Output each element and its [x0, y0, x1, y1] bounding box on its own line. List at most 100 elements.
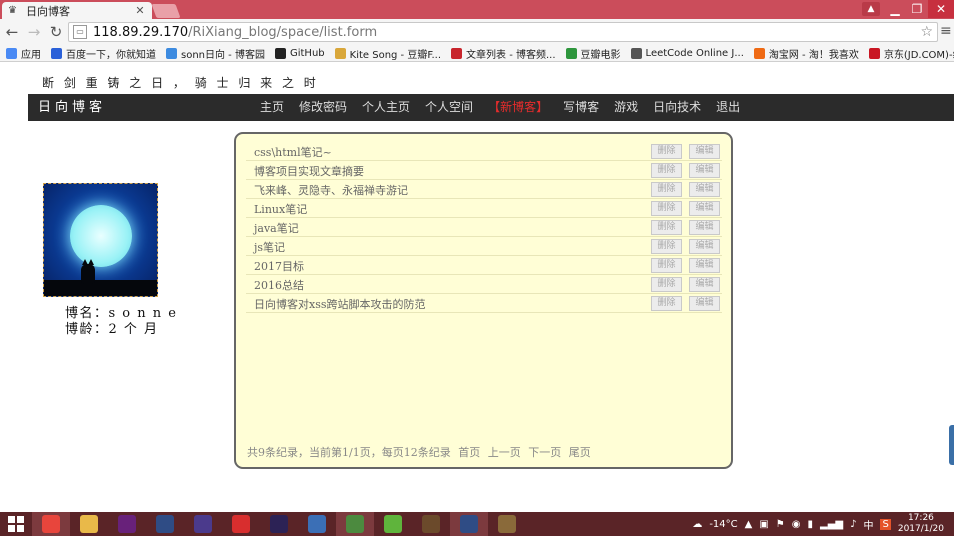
post-title-link[interactable]: 博客项目实现文章摘要: [254, 163, 364, 179]
nav-link[interactable]: 个人空间: [425, 94, 473, 121]
post-title-link[interactable]: 飞来峰、灵隐寺、永福禅寺游记: [254, 182, 408, 198]
nav-link[interactable]: 个人主页: [362, 94, 410, 121]
bookmark-item[interactable]: GitHub: [274, 47, 325, 59]
chrome-icon: [42, 515, 60, 533]
user-profile-icon[interactable]: ▲: [862, 2, 880, 16]
start-button[interactable]: [0, 512, 32, 536]
delete-post-button[interactable]: 删除: [651, 144, 682, 159]
taskbar-app[interactable]: [298, 512, 336, 536]
edit-post-button[interactable]: 编辑: [689, 182, 720, 197]
bookmark-label: 京东(JD.COM)-综...: [883, 49, 954, 61]
post-title-link[interactable]: css\html笔记~: [254, 144, 332, 160]
chrome-menu-icon[interactable]: ≡: [940, 23, 952, 39]
edit-post-button[interactable]: 编辑: [689, 296, 720, 311]
taskbar-app[interactable]: [146, 512, 184, 536]
taskbar-app[interactable]: [222, 512, 260, 536]
taskbar-app[interactable]: [336, 512, 374, 536]
delete-post-button[interactable]: 删除: [651, 296, 682, 311]
signal-icon[interactable]: ▂▄▆: [820, 519, 843, 530]
site-brand[interactable]: 日向博客: [38, 94, 106, 121]
pager-next-link[interactable]: 下一页: [528, 446, 561, 459]
delete-post-button[interactable]: 删除: [651, 163, 682, 178]
post-title-link[interactable]: 2016总结: [254, 277, 304, 293]
taskbar-app[interactable]: [108, 512, 146, 536]
browser-toolbar: ← → ↻ ▭ 118.89.29.170 /RiXiang_blog/spac…: [0, 19, 954, 45]
bookmark-star-icon[interactable]: ☆: [920, 24, 933, 40]
battery-icon[interactable]: ▮: [808, 519, 814, 530]
new-tab-button[interactable]: [151, 4, 181, 18]
bookmark-item[interactable]: LeetCode Online J...: [630, 47, 744, 59]
delete-post-button[interactable]: 删除: [651, 277, 682, 292]
reload-icon[interactable]: ↻: [46, 22, 66, 42]
page-info-icon[interactable]: ▭: [73, 25, 87, 39]
ime-indicator[interactable]: 中: [863, 517, 873, 532]
weather-temp[interactable]: -14°C: [709, 519, 737, 530]
edit-post-button[interactable]: 编辑: [689, 277, 720, 292]
delete-post-button[interactable]: 删除: [651, 220, 682, 235]
maximize-icon[interactable]: ❐: [905, 0, 929, 18]
bookmark-item[interactable]: Kite Song - 豆瓣F...: [334, 46, 441, 61]
post-title-link[interactable]: js笔记: [254, 239, 285, 255]
bookmark-item[interactable]: 文章列表 - 博客频...: [451, 46, 556, 61]
side-scroll-tab[interactable]: [949, 425, 954, 465]
pager-prev-link[interactable]: 上一页: [488, 446, 521, 459]
nav-link[interactable]: 【新博客】: [488, 94, 548, 121]
delete-post-button[interactable]: 删除: [651, 182, 682, 197]
pager-first-link[interactable]: 首页: [458, 446, 480, 459]
sogou-icon[interactable]: S: [880, 518, 891, 530]
flag-icon[interactable]: ⚑: [776, 519, 785, 530]
tray-app-icon[interactable]: ▣: [759, 519, 768, 530]
delete-post-button[interactable]: 删除: [651, 258, 682, 273]
taskbar-app[interactable]: [184, 512, 222, 536]
nav-link[interactable]: 写博客: [563, 94, 599, 121]
close-window-icon[interactable]: ✕: [928, 0, 954, 18]
bookmark-item[interactable]: 百度一下，你就知道: [51, 46, 156, 61]
back-icon[interactable]: ←: [2, 22, 22, 42]
taskbar-app[interactable]: [32, 512, 70, 536]
edit-post-button[interactable]: 编辑: [689, 258, 720, 273]
taskbar-app[interactable]: [488, 512, 526, 536]
delete-post-button[interactable]: 删除: [651, 239, 682, 254]
taskbar-app[interactable]: [450, 512, 488, 536]
forward-icon[interactable]: →: [24, 22, 44, 42]
post-title-link[interactable]: 2017目标: [254, 258, 304, 274]
wechat-icon[interactable]: ◉: [792, 519, 801, 530]
edit-post-button[interactable]: 编辑: [689, 220, 720, 235]
weather-icon[interactable]: ☁: [692, 519, 702, 530]
tab-title: 日向博客: [26, 4, 70, 18]
bookmark-item[interactable]: 豆瓣电影: [565, 46, 621, 61]
tray-expand-icon[interactable]: ▲: [745, 519, 753, 530]
address-bar[interactable]: ▭ 118.89.29.170 /RiXiang_blog/space/list…: [68, 22, 938, 42]
nav-link[interactable]: 主页: [260, 94, 284, 121]
taskbar-app[interactable]: [70, 512, 108, 536]
edit-post-button[interactable]: 编辑: [689, 239, 720, 254]
bookmark-item[interactable]: 京东(JD.COM)-综...: [868, 46, 954, 61]
bookmark-item[interactable]: 应用: [6, 46, 41, 61]
bookmark-item[interactable]: sonn日向 - 博客园: [166, 46, 265, 61]
volume-icon[interactable]: ♪: [850, 519, 856, 530]
bookmark-label: LeetCode Online J...: [645, 47, 744, 59]
post-title-link[interactable]: 日向博客对xss跨站脚本攻击的防范: [254, 296, 426, 312]
close-tab-icon[interactable]: ✕: [134, 4, 146, 17]
post-title-link[interactable]: java笔记: [254, 220, 299, 236]
pager-last-link[interactable]: 尾页: [569, 446, 591, 459]
nav-link[interactable]: 修改密码: [299, 94, 347, 121]
nav-link[interactable]: 游戏: [614, 94, 638, 121]
taskbar-app[interactable]: [260, 512, 298, 536]
delete-post-button[interactable]: 删除: [651, 201, 682, 216]
netease-music-icon: [232, 515, 250, 533]
bookmark-item[interactable]: 淘宝网 - 淘！我喜欢: [753, 46, 859, 61]
edit-post-button[interactable]: 编辑: [689, 144, 720, 159]
edit-post-button[interactable]: 编辑: [689, 163, 720, 178]
taskbar-app[interactable]: [374, 512, 412, 536]
edit-post-button[interactable]: 编辑: [689, 201, 720, 216]
clock[interactable]: 17:26 2017/1/20: [898, 513, 944, 535]
minimize-icon[interactable]: ▁: [883, 0, 907, 18]
taskbar-app[interactable]: [412, 512, 450, 536]
nav-link[interactable]: 日向技术: [653, 94, 701, 121]
post-title-link[interactable]: Linux笔记: [254, 201, 307, 217]
browser-tab[interactable]: ♛ 日向博客 ✕: [2, 2, 152, 19]
post-row: 2017目标 删除 编辑: [246, 256, 722, 275]
nav-link[interactable]: 退出: [716, 94, 740, 121]
bookmark-label: GitHub: [289, 47, 325, 59]
